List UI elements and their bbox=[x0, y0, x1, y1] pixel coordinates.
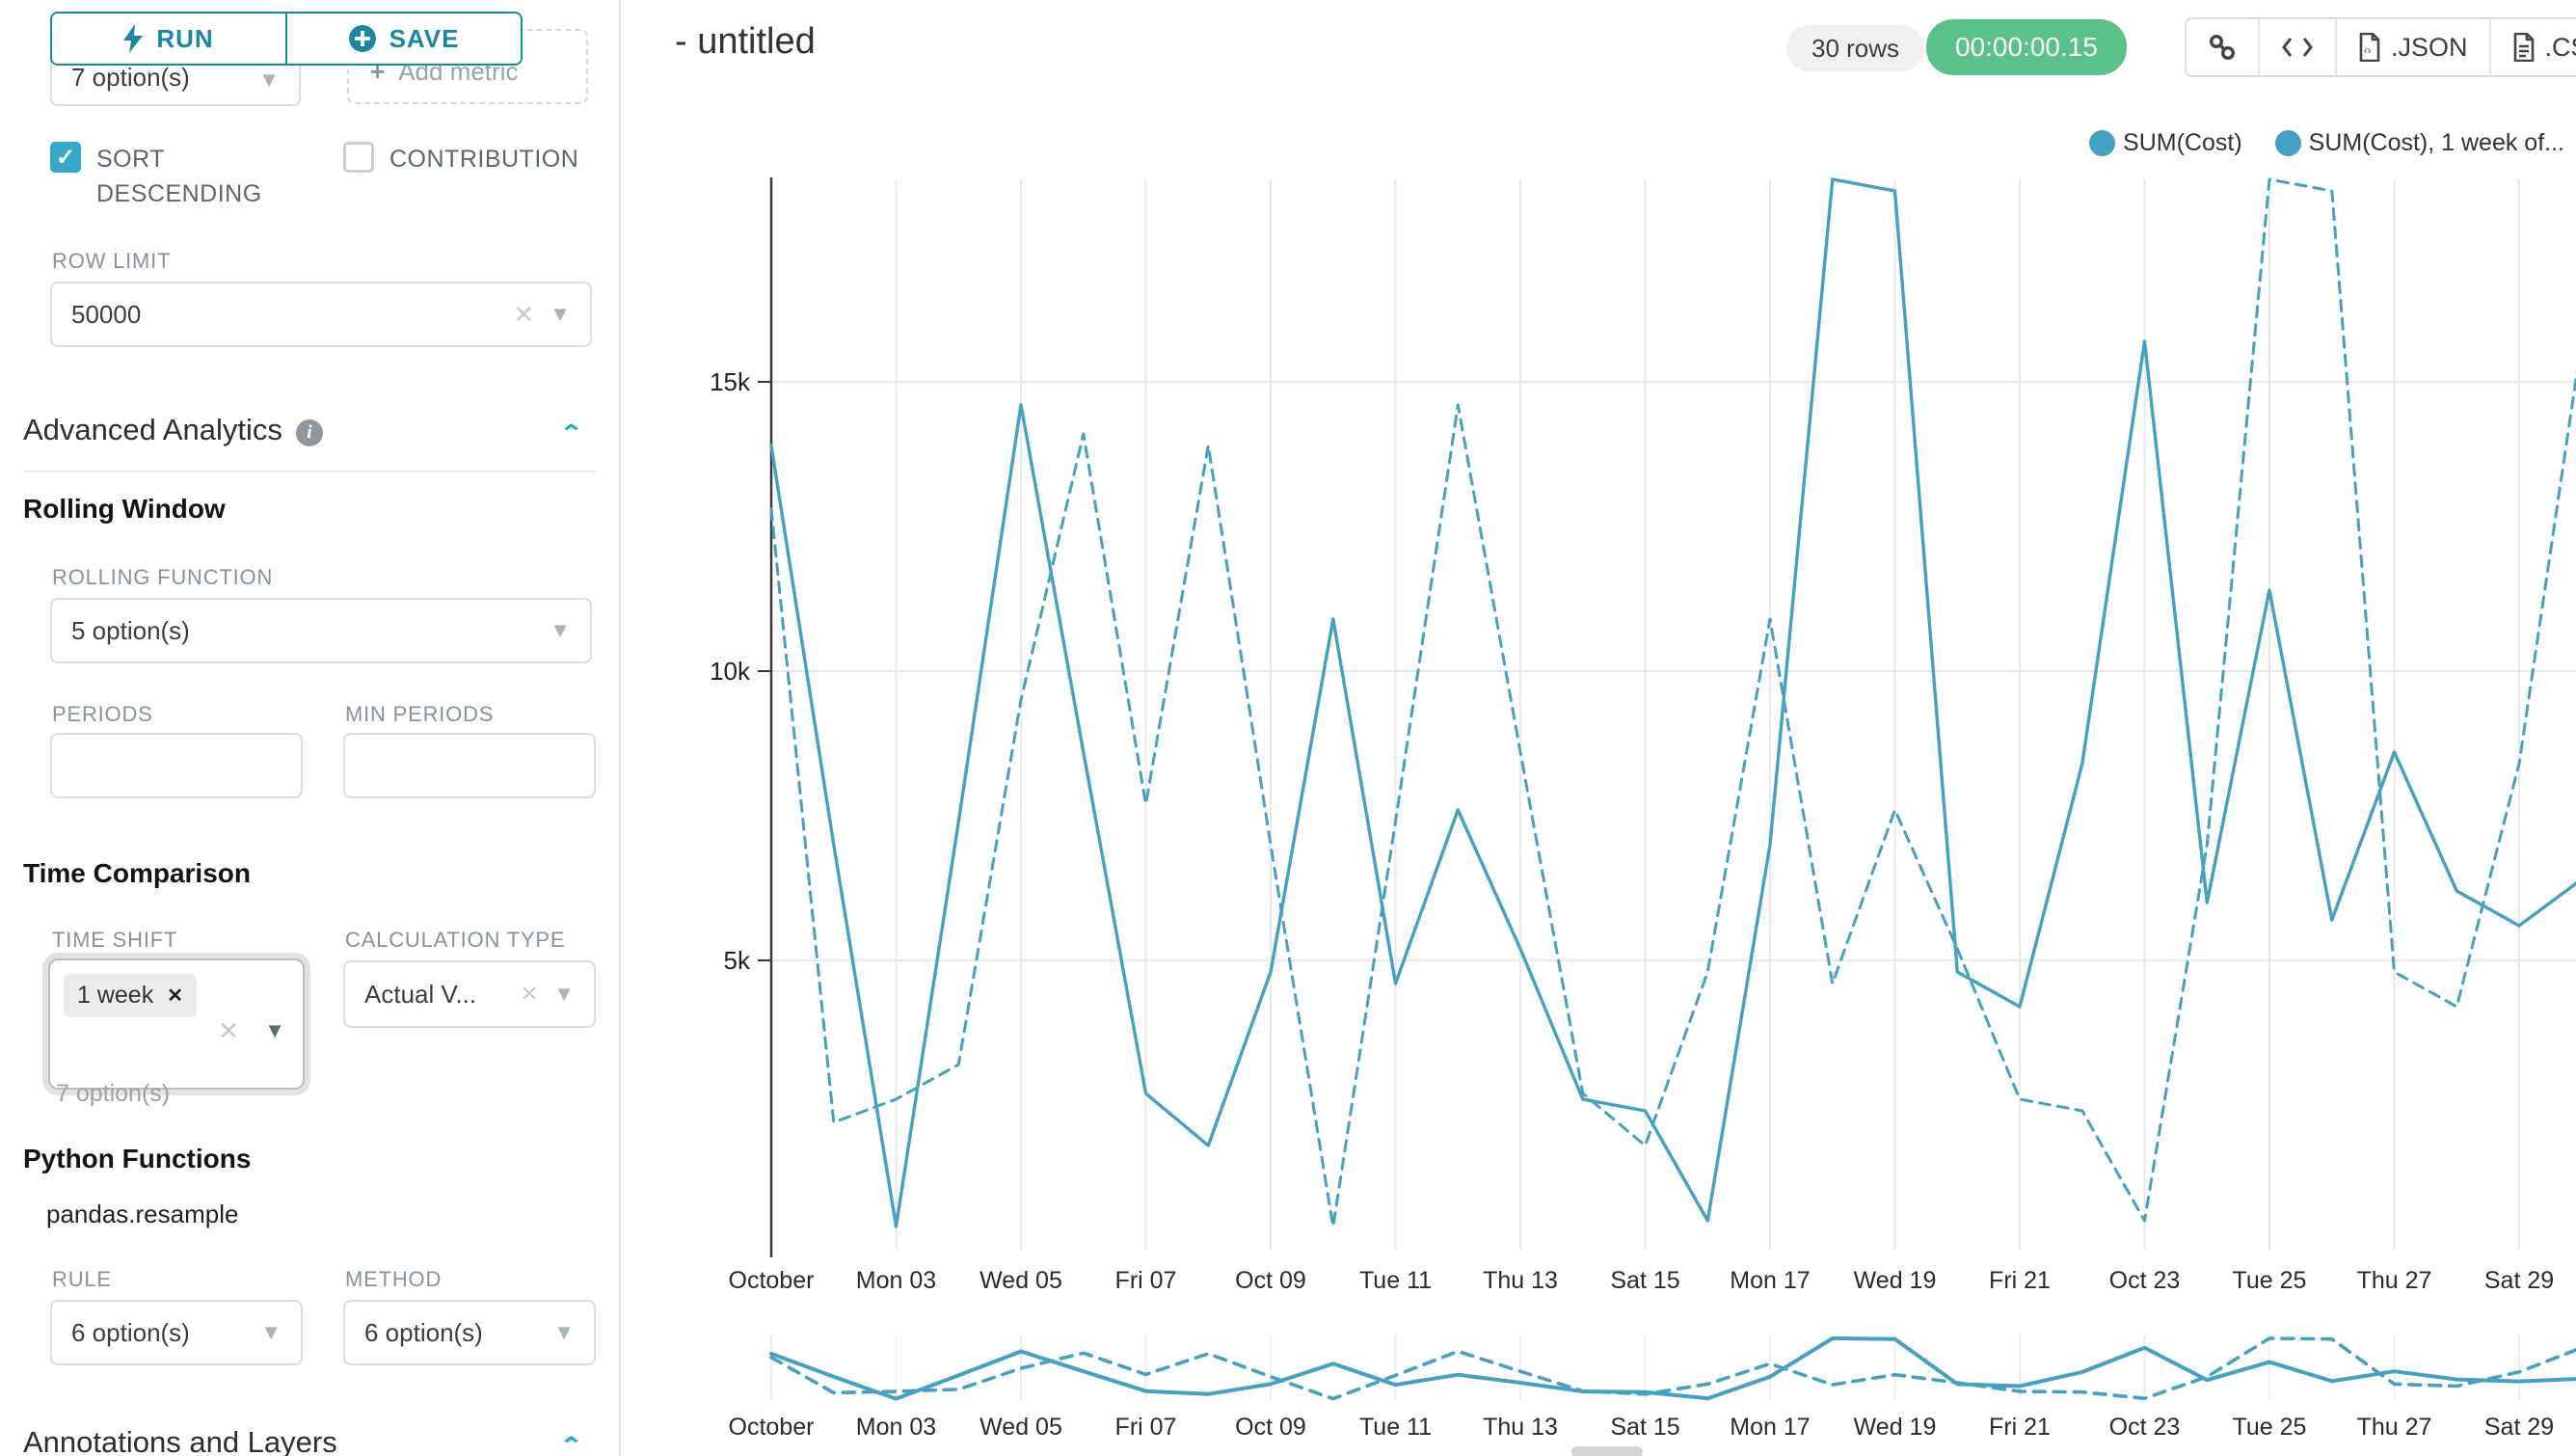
mini-x-tick-label: Fri 07 bbox=[1115, 1414, 1177, 1441]
x-tick-label: Thu 13 bbox=[1483, 1267, 1558, 1294]
mini-x-tick-label: Sat 15 bbox=[1610, 1414, 1679, 1441]
y-tick-label: 10k bbox=[710, 657, 751, 686]
x-tick-label: Tue 11 bbox=[1359, 1267, 1432, 1294]
x-tick-label: Sat 15 bbox=[1610, 1267, 1679, 1294]
mini-x-tick-label: Thu 13 bbox=[1483, 1414, 1558, 1441]
mini-x-tick-label: October bbox=[729, 1414, 815, 1441]
mini-x-tick-label: Fri 21 bbox=[1989, 1414, 2051, 1441]
run-button[interactable]: RUN bbox=[52, 13, 285, 64]
explore-view: 7 option(s) ▼ + Add metric RUN SAVE ✓ SO… bbox=[0, 0, 2576, 1456]
run-save-button-group: RUN SAVE bbox=[50, 12, 523, 66]
mini-x-tick-label: Sat 29 bbox=[2484, 1414, 2554, 1441]
timeseries-chart[interactable]: October Mon 03 Wed 05 Fri 07 Oct 09 Tue 11 Thu… bbox=[0, 0, 2576, 1456]
lightning-bolt-icon bbox=[123, 24, 143, 53]
series-line-sum-cost-1-week-offset[interactable] bbox=[771, 179, 2576, 1227]
run-button-label: RUN bbox=[156, 24, 213, 54]
y-tick-label: 15k bbox=[710, 367, 751, 396]
mini-series-line-sum-cost bbox=[771, 1338, 2576, 1399]
mini-x-tick-label: Wed 05 bbox=[979, 1414, 1062, 1441]
mini-x-tick-label: Mon 17 bbox=[1730, 1414, 1810, 1441]
x-tick-label: Tue 25 bbox=[2233, 1267, 2307, 1294]
save-button[interactable]: SAVE bbox=[285, 13, 521, 64]
mini-x-tick-label: Thu 27 bbox=[2357, 1414, 2432, 1441]
scroll-handle[interactable] bbox=[1571, 1446, 1643, 1456]
x-tick-label: Oct 09 bbox=[1235, 1267, 1306, 1294]
x-tick-label: October bbox=[729, 1267, 815, 1294]
y-tick-label: 5k bbox=[724, 946, 751, 975]
mini-x-tick-label: Oct 09 bbox=[1235, 1414, 1306, 1441]
x-tick-label: Sat 29 bbox=[2484, 1267, 2554, 1294]
mini-x-tick-label: Tue 25 bbox=[2233, 1414, 2307, 1441]
mini-chart: October Mon 03 Wed 05 Fri 07 Oct 09 Tue 11 Thu… bbox=[729, 1335, 2576, 1441]
mini-series-line-sum-cost-1-week-offset bbox=[771, 1338, 2576, 1399]
mini-x-tick-label: Wed 19 bbox=[1854, 1414, 1937, 1441]
mini-x-tick-label: Mon 03 bbox=[856, 1414, 936, 1441]
mini-x-tick-label: Tue 11 bbox=[1359, 1414, 1432, 1441]
x-tick-label: Mon 17 bbox=[1730, 1267, 1810, 1294]
x-tick-label: Fri 07 bbox=[1115, 1267, 1177, 1294]
x-tick-label: Fri 21 bbox=[1989, 1267, 2051, 1294]
mini-x-tick-label: Oct 23 bbox=[2109, 1414, 2181, 1441]
x-tick-label: Mon 03 bbox=[856, 1267, 936, 1294]
x-tick-label: Oct 23 bbox=[2109, 1267, 2181, 1294]
main-plot-area: October Mon 03 Wed 05 Fri 07 Oct 09 Tue 11 Thu… bbox=[710, 177, 2576, 1294]
save-button-label: SAVE bbox=[389, 24, 460, 54]
x-tick-label: Thu 27 bbox=[2357, 1267, 2432, 1294]
x-tick-label: Wed 05 bbox=[979, 1267, 1062, 1294]
plus-circle-icon bbox=[349, 25, 376, 52]
x-tick-label: Wed 19 bbox=[1854, 1267, 1937, 1294]
